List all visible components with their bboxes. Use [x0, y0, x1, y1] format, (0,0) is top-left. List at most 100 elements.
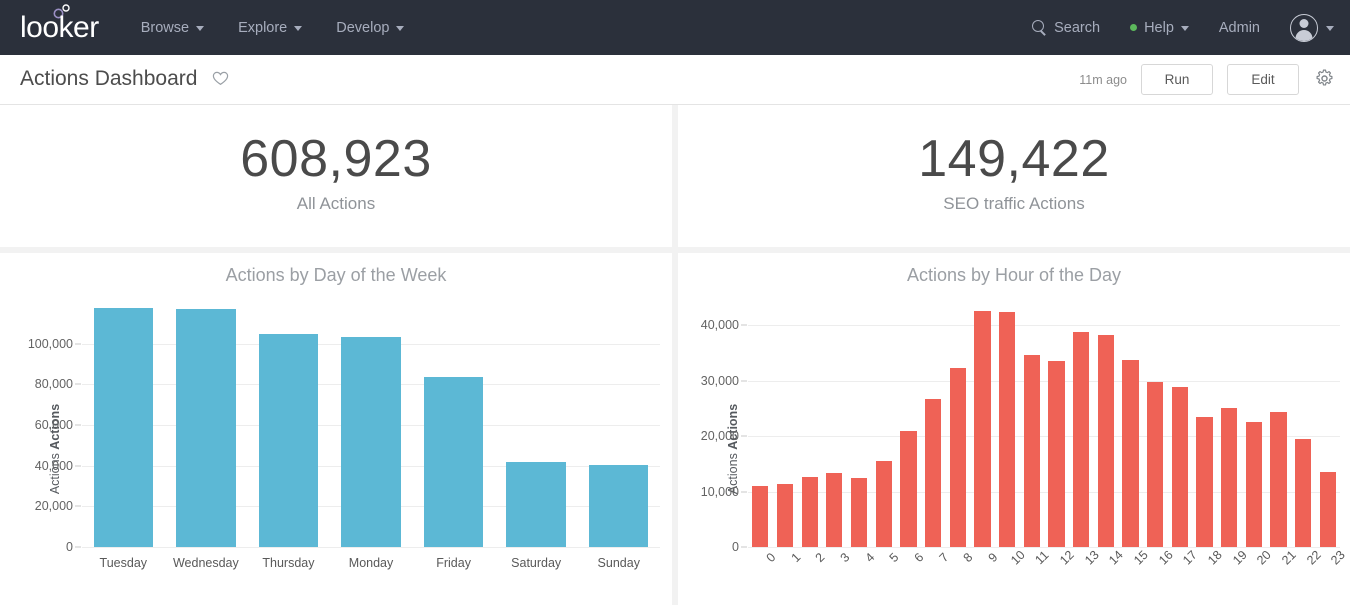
- bar-slot: [797, 303, 822, 547]
- bar-slot: [247, 303, 330, 547]
- bar[interactable]: [589, 465, 648, 547]
- seo-actions-value: 149,422: [918, 132, 1109, 187]
- nav-item-search[interactable]: Search: [1032, 20, 1100, 36]
- y-tick-mark: [75, 465, 81, 466]
- bar-slot: [871, 303, 896, 547]
- nav-item-browse[interactable]: Browse: [141, 20, 204, 36]
- bar[interactable]: [1221, 408, 1237, 547]
- bar-slot: [577, 303, 660, 547]
- nav-help-label: Help: [1144, 20, 1174, 36]
- edit-button[interactable]: Edit: [1227, 64, 1299, 95]
- avatar: [1290, 14, 1318, 42]
- y-tick-label: 60,000: [35, 418, 73, 432]
- y-tick-label: 20,000: [701, 429, 739, 443]
- bar[interactable]: [1172, 387, 1188, 547]
- x-axis-labels-day-chart: TuesdayWednesdayThursdayMondayFridaySatu…: [82, 547, 660, 603]
- y-tick-label: 0: [732, 540, 739, 554]
- single-value-block: 608,923 All Actions: [0, 105, 672, 247]
- tile-all-actions[interactable]: 608,923 All Actions: [0, 105, 672, 247]
- top-navigation-bar: looker Browse Explore Develop Search Hel…: [0, 0, 1350, 55]
- y-tick-mark: [75, 506, 81, 507]
- nav-item-help[interactable]: Help: [1130, 20, 1189, 36]
- x-tick-label: Monday: [330, 547, 413, 603]
- bar[interactable]: [424, 377, 483, 547]
- all-actions-value: 608,923: [240, 132, 431, 187]
- y-tick-label: 0: [66, 540, 73, 554]
- bar[interactable]: [974, 311, 990, 547]
- bar-slot: [896, 303, 921, 547]
- y-tick-label: 20,000: [35, 499, 73, 513]
- y-tick-label: 40,000: [35, 459, 73, 473]
- y-tick-mark: [75, 343, 81, 344]
- user-menu[interactable]: [1290, 14, 1334, 42]
- nav-explore-label: Explore: [238, 20, 287, 36]
- dashboard-row-top: 608,923 All Actions 149,422 SEO traffic …: [0, 105, 1350, 247]
- bar[interactable]: [176, 309, 235, 547]
- bar-slot: [1044, 303, 1069, 547]
- bar[interactable]: [1048, 361, 1064, 547]
- x-tick-label: Thursday: [247, 547, 330, 603]
- bar[interactable]: [1196, 417, 1212, 547]
- bar[interactable]: [506, 462, 565, 547]
- bar[interactable]: [826, 473, 842, 547]
- chevron-down-icon: [1326, 26, 1334, 31]
- bar-slot: [82, 303, 165, 547]
- bar-slot: [1291, 303, 1316, 547]
- y-tick-mark: [741, 380, 747, 381]
- bar[interactable]: [1320, 472, 1336, 547]
- tile-actions-by-day-of-week[interactable]: Actions by Day of the Week Actions Actio…: [0, 253, 672, 605]
- bar[interactable]: [1246, 422, 1262, 547]
- bar[interactable]: [752, 486, 768, 547]
- y-tick-mark: [741, 547, 747, 548]
- tile-seo-traffic-actions[interactable]: 149,422 SEO traffic Actions: [678, 105, 1350, 247]
- bar[interactable]: [1270, 412, 1286, 547]
- x-tick-label: Saturday: [495, 547, 578, 603]
- chart-body-day-of-week: Actions Actions 020,00040,00060,00080,00…: [0, 293, 672, 605]
- bar[interactable]: [802, 477, 818, 547]
- y-tick-mark: [75, 425, 81, 426]
- bar[interactable]: [876, 461, 892, 547]
- heart-outline-icon[interactable]: [212, 68, 229, 92]
- status-dot-icon: [1130, 24, 1137, 31]
- primary-nav-links: Browse Explore Develop: [141, 20, 405, 36]
- dashboard-row-bottom: Actions by Day of the Week Actions Actio…: [0, 253, 1350, 605]
- tile-actions-by-hour-of-day[interactable]: Actions by Hour of the Day Actions Actio…: [678, 253, 1350, 605]
- nav-item-admin[interactable]: Admin: [1219, 20, 1260, 36]
- bar[interactable]: [1122, 360, 1138, 547]
- looker-logo[interactable]: looker: [20, 13, 99, 43]
- bar-slot: [1315, 303, 1340, 547]
- bar[interactable]: [259, 334, 318, 548]
- bar[interactable]: [1024, 355, 1040, 547]
- run-button[interactable]: Run: [1141, 64, 1213, 95]
- single-value-block: 149,422 SEO traffic Actions: [678, 105, 1350, 247]
- bar[interactable]: [341, 337, 400, 547]
- chevron-down-icon: [1181, 26, 1189, 31]
- search-icon: [1032, 20, 1047, 35]
- bar[interactable]: [900, 431, 916, 547]
- bar[interactable]: [925, 399, 941, 547]
- nav-item-develop[interactable]: Develop: [336, 20, 404, 36]
- bar[interactable]: [1295, 439, 1311, 547]
- bar-slot: [495, 303, 578, 547]
- bar-slot: [1266, 303, 1291, 547]
- bar-slot: [921, 303, 946, 547]
- chart-title-hour-of-day: Actions by Hour of the Day: [678, 253, 1350, 286]
- bar[interactable]: [851, 478, 867, 547]
- bar[interactable]: [999, 312, 1015, 547]
- y-tick-label: 80,000: [35, 377, 73, 391]
- bar-slot: [1019, 303, 1044, 547]
- bar[interactable]: [94, 308, 153, 547]
- bar[interactable]: [1147, 382, 1163, 547]
- bar-slot: [1241, 303, 1266, 547]
- bar-slot: [822, 303, 847, 547]
- bar-slot: [748, 303, 773, 547]
- bar[interactable]: [1073, 332, 1089, 547]
- settings-button[interactable]: [1313, 67, 1336, 93]
- nav-item-explore[interactable]: Explore: [238, 20, 302, 36]
- bar[interactable]: [777, 484, 793, 547]
- dashboard-actions: 11m ago Run Edit: [1079, 64, 1336, 95]
- bar[interactable]: [950, 368, 966, 547]
- y-tick-mark: [75, 547, 81, 548]
- page-title: Actions Dashboard: [20, 67, 229, 92]
- bar[interactable]: [1098, 335, 1114, 547]
